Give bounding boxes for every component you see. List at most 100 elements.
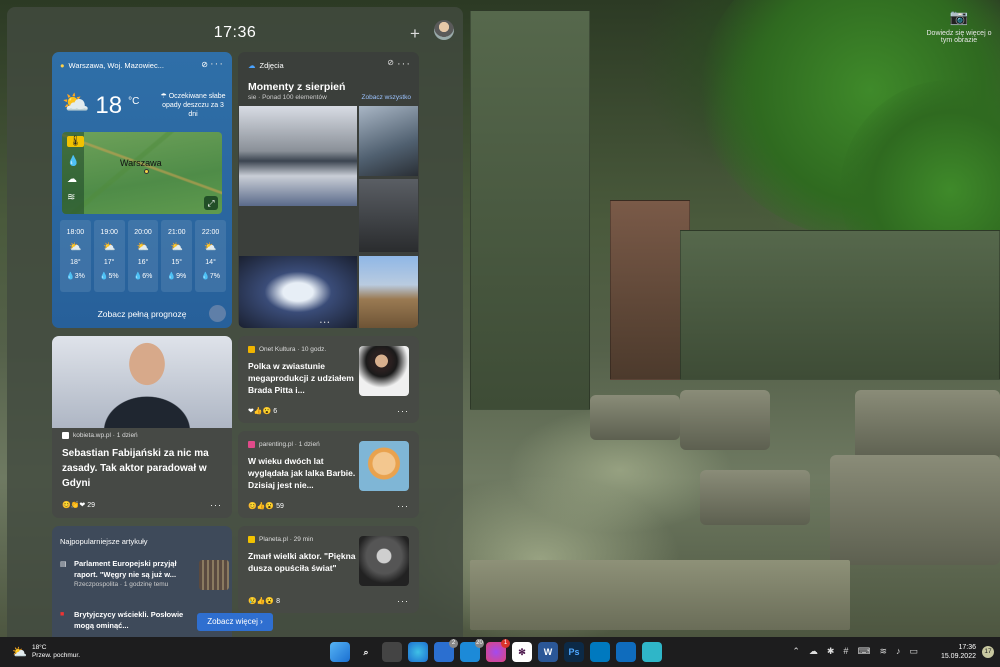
news-source-text: Planeta.pl · 29 min	[259, 536, 314, 543]
reactions[interactable]: 😊👏❤ 29	[62, 501, 95, 509]
edge-icon[interactable]	[408, 642, 428, 662]
reaction-count: 6	[273, 408, 278, 415]
see-full-forecast-link[interactable]: Zobacz pełną prognozę	[52, 309, 232, 319]
slack-tray-icon[interactable]: #	[843, 646, 848, 657]
trello-icon[interactable]	[590, 642, 610, 662]
cloud-icon[interactable]: ☁	[67, 174, 77, 185]
wind-icon[interactable]: ≋	[67, 192, 75, 203]
forecast-notice-text: Oczekiwane słabe opady deszczu za 3 dni	[162, 93, 226, 118]
news-card[interactable]: parenting.pl · 1 dzień W wieku dwóch lat…	[238, 431, 419, 518]
news-title: Polka w zwiastunie megaprodukcji z udzia…	[248, 361, 354, 395]
hourly-forecast: 18:00 ⛅ 18° 💧3% 19:00 ⛅ 17° 💧5% 20:00 ⛅ …	[60, 220, 226, 292]
news-source: kobieta.wp.pl · 1 dzień	[62, 432, 138, 439]
news-image	[359, 441, 409, 491]
news-image	[359, 536, 409, 586]
news-source-text: kobieta.wp.pl · 1 dzień	[73, 432, 138, 439]
taskbar-clock[interactable]: 17:36 15.09.2022	[941, 643, 976, 661]
taskbar-weather-desc: Przew. pochmur.	[31, 652, 81, 659]
wifi-icon[interactable]: ≋	[879, 646, 887, 657]
photo-thumbnail[interactable]	[239, 256, 357, 328]
news-more-button[interactable]: ···	[397, 596, 409, 606]
photo-thumbnail[interactable]	[359, 179, 418, 252]
news-title: Zmarł wielki aktor. "Piękna dusza opuści…	[248, 551, 356, 573]
messenger-icon[interactable]: 1	[486, 639, 510, 662]
task-view-icon[interactable]	[382, 642, 402, 662]
stone-block	[830, 455, 1000, 565]
news-more-button[interactable]: ···	[397, 501, 409, 511]
news-source: parenting.pl · 1 dzień	[248, 441, 320, 448]
hour-rain: 💧5%	[99, 273, 119, 280]
start-button-icon[interactable]	[330, 642, 350, 662]
news-card[interactable]: Onet Kultura · 10 godz. Polka w zwiastun…	[238, 336, 419, 423]
weather-map[interactable]: 🌡 💧 ☁ ≋ Warszawa ⤢	[62, 132, 222, 214]
thermometer-icon[interactable]: 🌡	[67, 136, 84, 147]
add-widget-button[interactable]: +	[410, 24, 420, 44]
source-logo-icon	[248, 536, 255, 543]
current-weather: ⛅ 18 °C	[62, 92, 139, 120]
weather-location: Warszawa, Woj. Mazowiec...	[68, 61, 164, 70]
feedback-bubble-icon[interactable]	[209, 305, 226, 322]
article-title: Parlament Europejski przyjął raport. "Wę…	[74, 559, 177, 579]
carousel-dots[interactable]: •••	[320, 320, 331, 326]
photo-thumbnail[interactable]	[359, 106, 418, 176]
mail-icon[interactable]: 2	[434, 639, 458, 662]
see-all-link[interactable]: Zobacz wszystko	[362, 94, 412, 101]
hour-rain: 💧3%	[65, 273, 85, 280]
photos-title: Momenty z sierpień	[248, 81, 346, 93]
outlook-icon[interactable]	[616, 642, 636, 662]
store-icon[interactable]	[642, 642, 662, 662]
news-more-button[interactable]: ···	[210, 500, 222, 510]
photo-thumbnail[interactable]	[239, 106, 357, 206]
volume-icon[interactable]: ♪	[896, 646, 901, 657]
reaction-emoji-icon: 😊👏❤	[62, 502, 86, 509]
user-avatar[interactable]	[434, 20, 454, 40]
wallpaper-info[interactable]: 📷 Dowiedz się więcej o tym obrazie	[924, 8, 994, 44]
reactions[interactable]: 😢👍😮 8	[248, 597, 280, 605]
slack-icon[interactable]: ✻	[512, 642, 532, 662]
reactions[interactable]: ❤👍😮 6	[248, 407, 277, 415]
notification-badge[interactable]: 17	[982, 646, 994, 658]
cloud-icon[interactable]: ☁	[809, 646, 818, 657]
map-city-label: Warszawa	[120, 158, 162, 168]
hourly-forecast-item: 21:00 ⛅ 15° 💧9%	[161, 220, 193, 292]
search-icon[interactable]: ⌕	[356, 642, 376, 662]
map-layer-toolbar: 🌡 💧 ☁ ≋	[62, 132, 84, 214]
taskbar-weather-text: 18°C Przew. pochmur.	[32, 644, 80, 660]
expand-map-icon[interactable]: ⤢	[204, 196, 218, 210]
chevron-up-icon[interactable]: ⌃	[792, 646, 800, 657]
hourly-forecast-item: 20:00 ⛅ 16° 💧6%	[127, 220, 159, 292]
reactions[interactable]: 😊👍😮 59	[248, 502, 284, 510]
word-icon[interactable]: W	[538, 642, 558, 662]
camera-icon: 📷	[949, 9, 969, 26]
stone-path	[470, 560, 850, 630]
battery-icon[interactable]: ▭	[909, 646, 918, 657]
droplet-icon[interactable]: 💧	[67, 156, 79, 167]
keyboard-icon[interactable]: ⌨	[857, 646, 870, 657]
hour-temp: 18°	[70, 259, 81, 266]
reaction-count: 8	[276, 598, 281, 605]
news-source: Planeta.pl · 29 min	[248, 536, 313, 543]
news-card[interactable]: Planeta.pl · 29 min Zmarł wielki aktor. …	[238, 526, 419, 613]
reaction-emoji-icon: 😢👍😮	[248, 598, 275, 605]
wallpaper-caption-text: Dowiedz się więcej o tym obrazie	[926, 30, 992, 44]
pin-icon[interactable]: ⊘	[387, 58, 395, 67]
calendar-icon[interactable]: 20	[460, 639, 484, 662]
see-more-button[interactable]: Zobacz więcej ›	[197, 613, 273, 631]
forecast-notice[interactable]: ☂ Oczekiwane słabe opady deszczu za 3 dn…	[160, 92, 226, 119]
photos-more-button[interactable]: ···	[397, 58, 411, 70]
bluetooth-icon[interactable]: ✱	[827, 646, 835, 657]
taskbar-weather[interactable]: ⛅ 18°C Przew. pochmur.	[12, 644, 80, 660]
hour-temp: 16°	[137, 259, 149, 266]
weather-more-button[interactable]: ···	[210, 58, 224, 70]
news-card-large[interactable]: kobieta.wp.pl · 1 dzień Sebastian Fabija…	[52, 336, 232, 518]
pin-icon[interactable]: ⊘	[201, 60, 208, 69]
photo-thumbnail[interactable]	[359, 256, 418, 328]
photos-header: ☁ Zdjęcia	[248, 61, 284, 70]
weather-widget[interactable]: ● Warszawa, Woj. Mazowiec... ⊘ ··· ⛅ 18 …	[52, 52, 232, 328]
photos-app-name: Zdjęcia	[259, 61, 284, 70]
news-more-button[interactable]: ···	[397, 406, 409, 416]
photos-widget[interactable]: ☁ Zdjęcia ⊘ ··· Momenty z sierpień sie ·…	[238, 52, 419, 328]
hourly-forecast-item: 22:00 ⛅ 14° 💧7%	[195, 220, 226, 292]
umbrella-icon: ☂	[160, 93, 167, 100]
photoshop-icon[interactable]: Ps	[564, 642, 584, 662]
